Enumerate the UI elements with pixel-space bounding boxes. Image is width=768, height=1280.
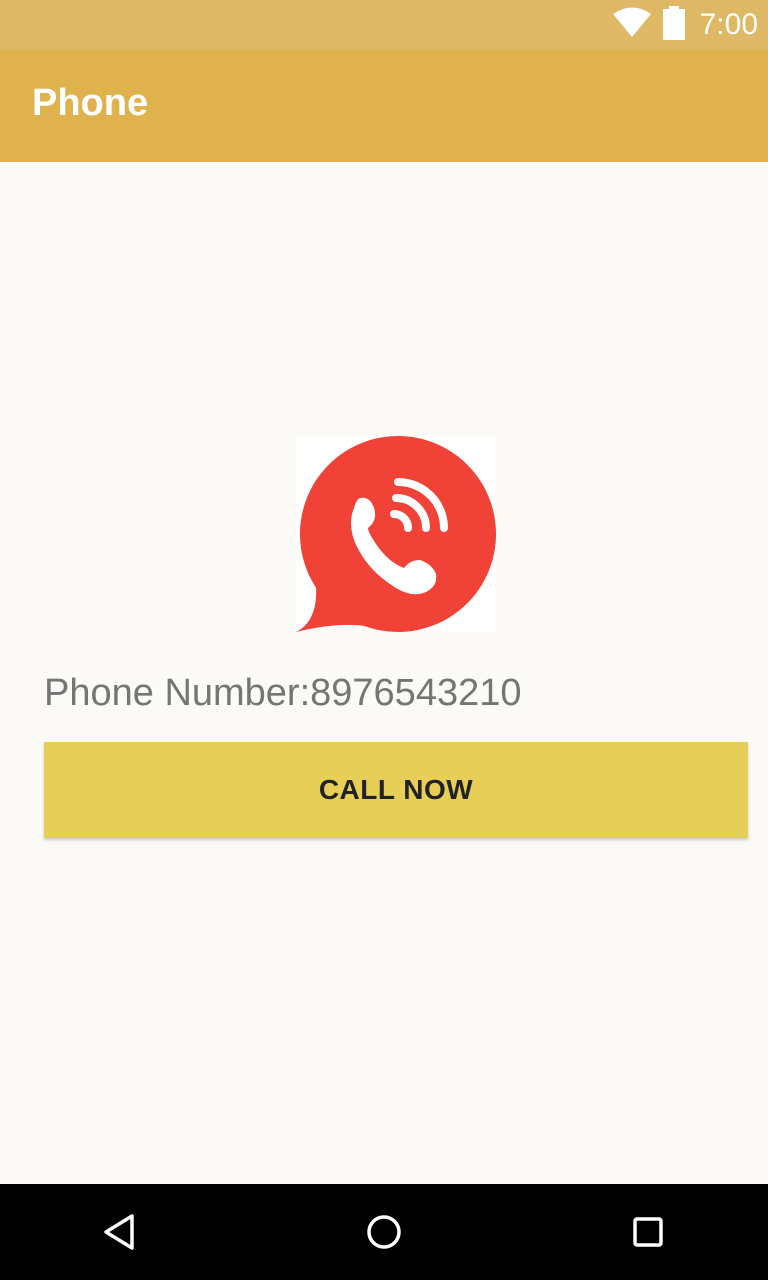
screen: 7:00 Phone Phone Number:8976543210 CALL …	[0, 0, 768, 1280]
battery-icon	[662, 5, 686, 45]
call-now-button[interactable]: CALL NOW	[44, 742, 748, 838]
page-title: Phone	[32, 82, 149, 124]
status-time: 7:00	[699, 8, 758, 41]
recents-icon[interactable]	[624, 1208, 672, 1256]
phone-number-label: Phone Number:8976543210	[44, 672, 522, 714]
phone-call-bubble-icon	[296, 436, 496, 632]
app-bar: Phone	[0, 50, 768, 162]
main-content: Phone Number:8976543210 CALL NOW	[0, 162, 768, 1184]
wifi-icon	[612, 7, 652, 44]
navigation-bar	[0, 1184, 768, 1280]
back-icon[interactable]	[96, 1208, 144, 1256]
status-icons: 7:00	[612, 0, 758, 50]
home-icon[interactable]	[360, 1208, 408, 1256]
status-bar: 7:00	[0, 0, 768, 50]
